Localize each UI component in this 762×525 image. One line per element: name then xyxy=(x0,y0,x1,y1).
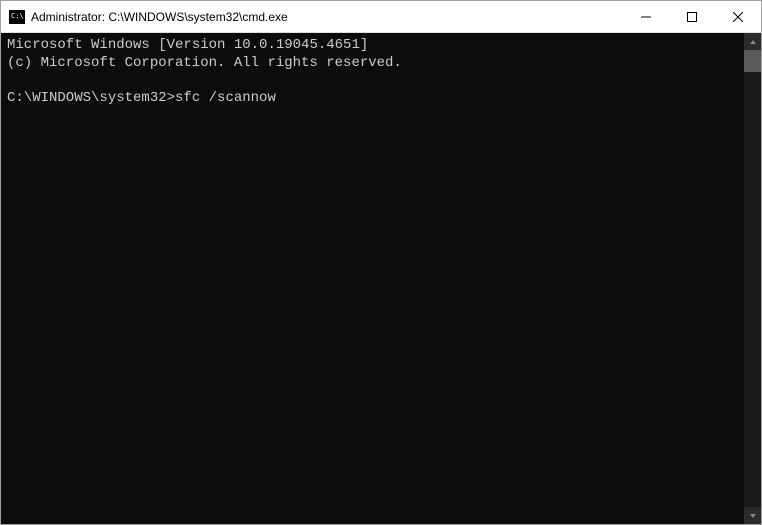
terminal-output[interactable]: Microsoft Windows [Version 10.0.19045.46… xyxy=(1,33,744,524)
vertical-scrollbar[interactable] xyxy=(744,33,761,524)
maximize-button[interactable] xyxy=(669,1,715,32)
scroll-down-button[interactable] xyxy=(744,507,761,524)
close-button[interactable] xyxy=(715,1,761,32)
command-input[interactable]: sfc /scannow xyxy=(175,90,276,106)
scroll-thumb[interactable] xyxy=(744,50,761,72)
window-title: Administrator: C:\WINDOWS\system32\cmd.e… xyxy=(31,10,623,24)
maximize-icon xyxy=(687,12,697,22)
titlebar[interactable]: Administrator: C:\WINDOWS\system32\cmd.e… xyxy=(1,1,761,33)
prompt: C:\WINDOWS\system32> xyxy=(7,90,175,106)
minimize-button[interactable] xyxy=(623,1,669,32)
chevron-up-icon xyxy=(749,38,757,46)
cmd-window: Administrator: C:\WINDOWS\system32\cmd.e… xyxy=(0,0,762,525)
scroll-track[interactable] xyxy=(744,50,761,507)
chevron-down-icon xyxy=(749,512,757,520)
minimize-icon xyxy=(641,12,651,22)
cmd-icon xyxy=(9,10,25,24)
copyright-line: (c) Microsoft Corporation. All rights re… xyxy=(7,55,402,71)
window-controls xyxy=(623,1,761,32)
close-icon xyxy=(733,12,743,22)
version-line: Microsoft Windows [Version 10.0.19045.46… xyxy=(7,37,368,53)
terminal-container: Microsoft Windows [Version 10.0.19045.46… xyxy=(1,33,761,524)
scroll-up-button[interactable] xyxy=(744,33,761,50)
